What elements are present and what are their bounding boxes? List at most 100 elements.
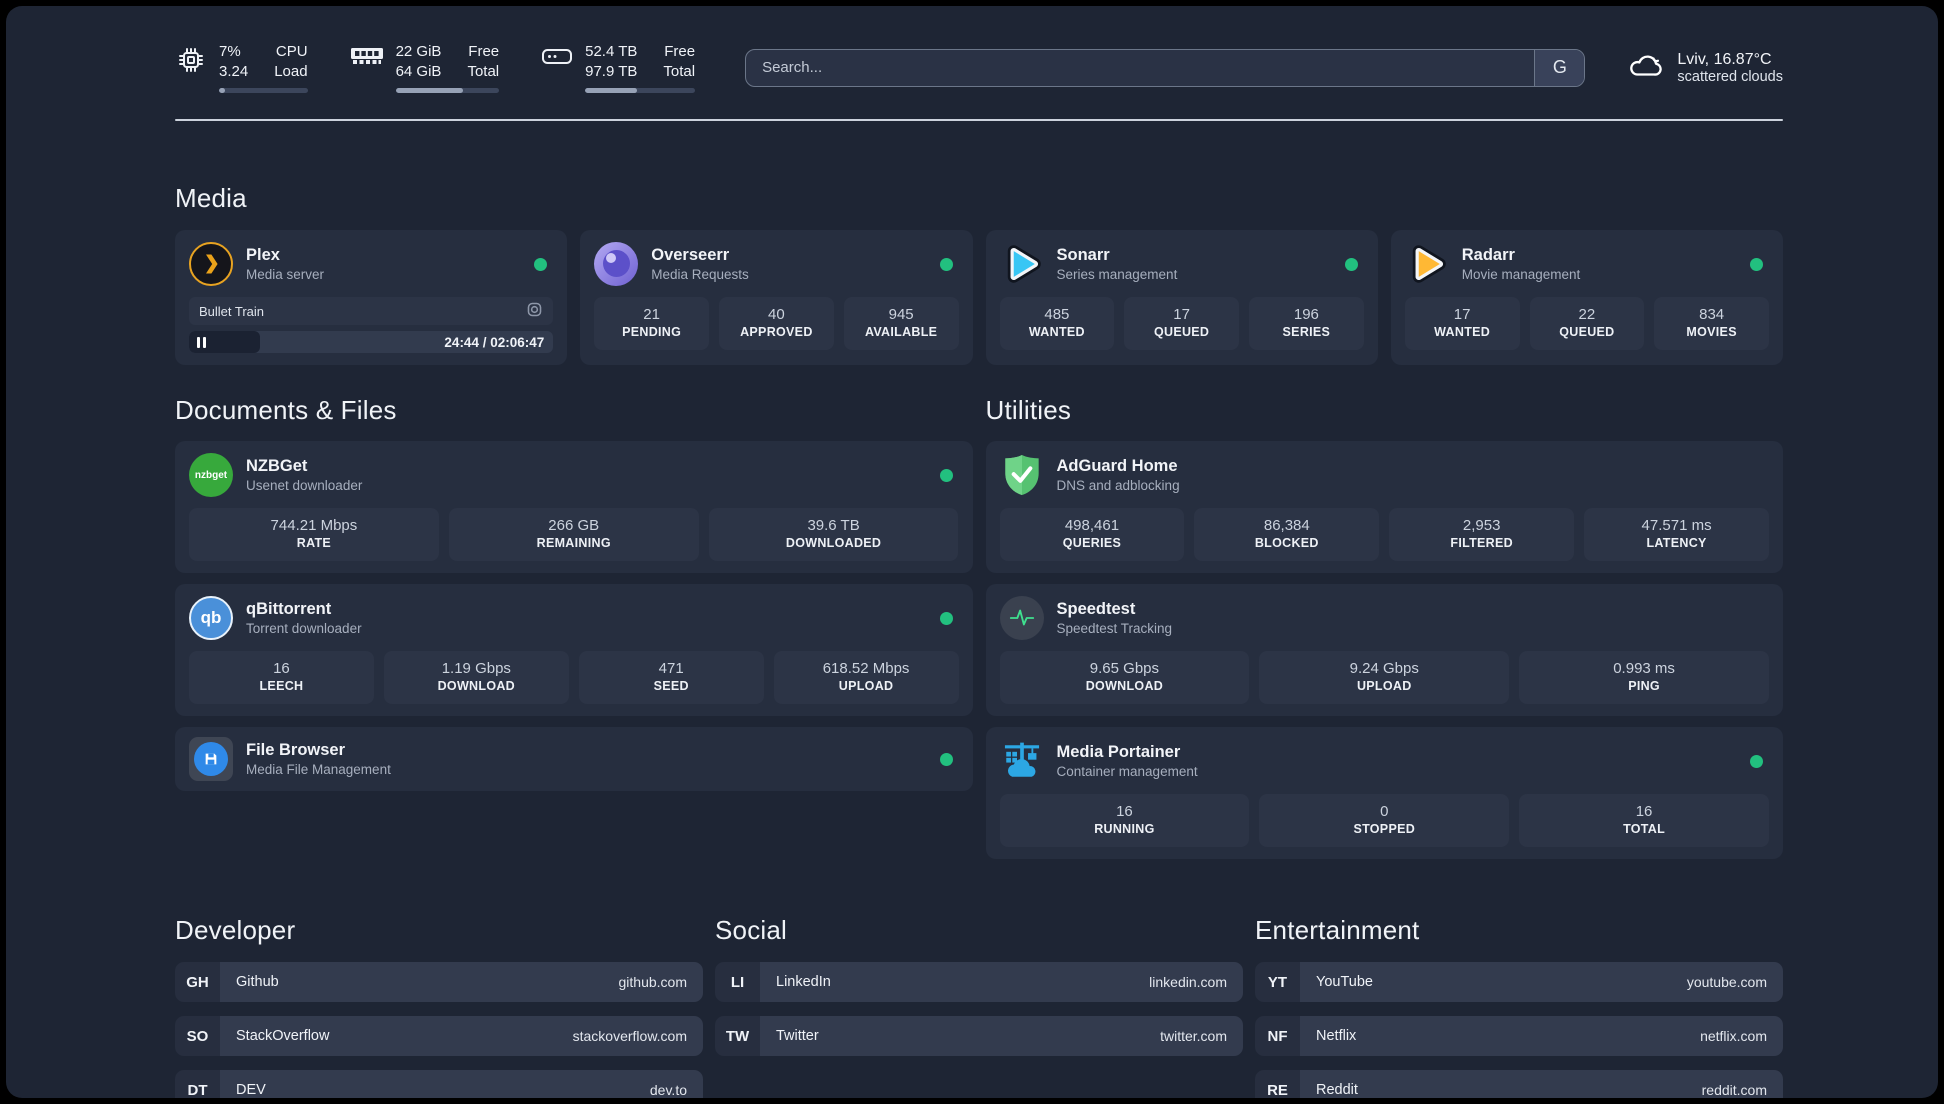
weather-condition: scattered clouds bbox=[1677, 68, 1783, 85]
speedtest-pulse-icon bbox=[999, 596, 1044, 640]
search-engine-button[interactable]: G bbox=[1534, 49, 1585, 86]
memory-progress-track bbox=[395, 88, 500, 93]
cpu-progress-fill bbox=[219, 88, 226, 93]
link-abbr: SO bbox=[175, 1016, 220, 1056]
link-abbr: YT bbox=[1255, 962, 1300, 1002]
qbittorrent-icon: qb bbox=[189, 596, 233, 640]
app-card-filebrowser[interactable]: File Browser Media File Management bbox=[175, 727, 973, 791]
app-card-sonarr[interactable]: Sonarr Series management 485 WANTED 17 Q… bbox=[985, 230, 1378, 365]
stat-filtered: 2,953 FILTERED bbox=[1389, 508, 1575, 561]
storage-free-label: Free bbox=[664, 43, 696, 60]
storage-widget: 52.4 TB 97.9 TB Free Total bbox=[541, 42, 696, 93]
link-row-twitter[interactable]: TW Twitter twitter.com bbox=[715, 1016, 1243, 1056]
portainer-crane-icon bbox=[1000, 739, 1044, 783]
search-input[interactable] bbox=[746, 49, 1535, 86]
link-row-reddit[interactable]: RE Reddit reddit.com bbox=[1255, 1070, 1783, 1098]
app-description: Media File Management bbox=[246, 761, 391, 777]
status-badge bbox=[939, 468, 953, 482]
stat-wanted: 17 WANTED bbox=[1404, 297, 1520, 350]
stat-upload: 618.52 Mbps UPLOAD bbox=[773, 651, 959, 704]
link-abbr: TW bbox=[715, 1016, 760, 1056]
app-card-portainer[interactable]: Media Portainer Container management 16 … bbox=[985, 727, 1783, 859]
memory-free-label: Free bbox=[468, 43, 500, 60]
link-url: netflix.com bbox=[1700, 1028, 1767, 1044]
app-card-qbittorrent[interactable]: qb qBittorrent Torrent downloader 16 LEE… bbox=[175, 584, 973, 716]
stat-downloaded: 39.6 TB DOWNLOADED bbox=[708, 508, 959, 561]
link-abbr: LI bbox=[715, 962, 760, 1002]
app-name: Media Portainer bbox=[1056, 742, 1181, 761]
memory-total-value: 64 GiB bbox=[395, 63, 442, 80]
app-card-overseerr[interactable]: Overseerr Media Requests 21 PENDING 40 A… bbox=[580, 230, 973, 365]
memory-free-value: 22 GiB bbox=[395, 43, 442, 60]
playback-time: 24:44 / 02:06:47 bbox=[444, 334, 545, 350]
link-url: twitter.com bbox=[1160, 1028, 1227, 1044]
stat-available: 945 AVAILABLE bbox=[843, 297, 959, 350]
app-card-speedtest[interactable]: Speedtest Speedtest Tracking 9.65 Gbps D… bbox=[985, 584, 1783, 716]
status-badge bbox=[534, 257, 548, 271]
stat-download: 9.65 Gbps DOWNLOAD bbox=[999, 651, 1250, 704]
status-badge bbox=[1750, 754, 1763, 768]
app-card-nzbget[interactable]: nzbget NZBGet Usenet downloader 744.21 M… bbox=[175, 441, 973, 573]
link-row-dev[interactable]: DT DEV dev.to bbox=[175, 1070, 703, 1098]
link-name: Twitter bbox=[776, 1028, 819, 1044]
section-utilities: Utilities AdGuard Home DNS and adblockin… bbox=[985, 395, 1783, 859]
app-description: Usenet downloader bbox=[246, 477, 363, 493]
status-badge bbox=[939, 752, 953, 766]
link-name: StackOverflow bbox=[236, 1028, 330, 1044]
stat-leech: 16 LEECH bbox=[189, 651, 374, 704]
link-url: dev.to bbox=[649, 1082, 687, 1098]
stat-latency: 47.571 ms LATENCY bbox=[1584, 508, 1769, 561]
link-row-linkedin[interactable]: LI LinkedIn linkedin.com bbox=[715, 962, 1243, 1002]
link-abbr: RE bbox=[1255, 1070, 1300, 1098]
stat-queued: 22 QUEUED bbox=[1529, 297, 1645, 350]
stat-series: 196 SERIES bbox=[1249, 297, 1364, 350]
app-card-adguard[interactable]: AdGuard Home DNS and adblocking 498,461 … bbox=[985, 441, 1783, 573]
section-developer: Developer GH Github github.com SO StackO… bbox=[175, 915, 703, 1098]
link-url: stackoverflow.com bbox=[572, 1028, 687, 1044]
app-name: Sonarr bbox=[1056, 245, 1110, 264]
link-name: Reddit bbox=[1316, 1082, 1358, 1098]
stat-seed: 471 SEED bbox=[578, 651, 764, 704]
app-card-radarr[interactable]: Radarr Movie management 17 WANTED 22 QUE… bbox=[1390, 230, 1783, 365]
stat-stopped: 0 STOPPED bbox=[1259, 794, 1510, 847]
filebrowser-icon bbox=[189, 737, 233, 781]
section-social: Social LI LinkedIn linkedin.com TW Twitt… bbox=[715, 915, 1243, 1098]
status-badge bbox=[1344, 257, 1358, 271]
cpu-widget: 7% 3.24 CPU Load bbox=[175, 42, 308, 93]
link-name: Netflix bbox=[1316, 1028, 1357, 1044]
app-description: Media server bbox=[246, 266, 325, 282]
link-row-youtube[interactable]: YT YouTube youtube.com bbox=[1255, 962, 1783, 1002]
app-name: Overseerr bbox=[651, 245, 730, 264]
stat-movies: 834 MOVIES bbox=[1654, 297, 1769, 350]
overseerr-icon bbox=[594, 242, 639, 286]
section-title-entertainment: Entertainment bbox=[1255, 915, 1420, 945]
playback-progress-bar[interactable]: 24:44 / 02:06:47 bbox=[189, 331, 554, 353]
link-name: YouTube bbox=[1316, 974, 1373, 990]
storage-progress-fill bbox=[585, 88, 637, 93]
dashboard: 7% 3.24 CPU Load 22 GiB 64 GiB Free Tota… bbox=[6, 6, 1938, 1098]
app-name: NZBGet bbox=[246, 456, 308, 475]
app-name: AdGuard Home bbox=[1056, 456, 1178, 475]
stat-approved: 40 APPROVED bbox=[719, 297, 834, 350]
cpu-chip-icon bbox=[175, 44, 207, 81]
section-entertainment: Entertainment YT YouTube youtube.com NF … bbox=[1255, 915, 1783, 1098]
cpu-load-label: Load bbox=[274, 63, 308, 80]
pause-icon[interactable] bbox=[197, 336, 206, 348]
link-row-github[interactable]: GH Github github.com bbox=[175, 962, 703, 1002]
link-row-stackoverflow[interactable]: SO StackOverflow stackoverflow.com bbox=[175, 1016, 703, 1056]
stat-queued: 17 QUEUED bbox=[1124, 297, 1239, 350]
stat-rate: 744.21 Mbps RATE bbox=[189, 508, 439, 561]
weather-location: Lviv, 16.87°C bbox=[1677, 50, 1772, 68]
stat-blocked: 86,384 BLOCKED bbox=[1194, 508, 1380, 561]
now-playing-title: Bullet Train bbox=[199, 303, 265, 319]
link-url: reddit.com bbox=[1701, 1082, 1767, 1098]
app-card-plex[interactable]: Plex Media server Bullet Train 24:44 / 0… bbox=[175, 230, 568, 365]
link-row-netflix[interactable]: NF Netflix netflix.com bbox=[1255, 1016, 1783, 1056]
status-badge bbox=[939, 257, 953, 271]
stat-total: 16 TOTAL bbox=[1519, 794, 1769, 847]
cpu-label: CPU bbox=[275, 43, 308, 60]
section-title-media: Media bbox=[175, 183, 247, 213]
top-bar: 7% 3.24 CPU Load 22 GiB 64 GiB Free Tota… bbox=[175, 42, 1783, 93]
stat-upload: 9.24 Gbps UPLOAD bbox=[1259, 651, 1510, 704]
storage-progress-track bbox=[585, 88, 696, 93]
